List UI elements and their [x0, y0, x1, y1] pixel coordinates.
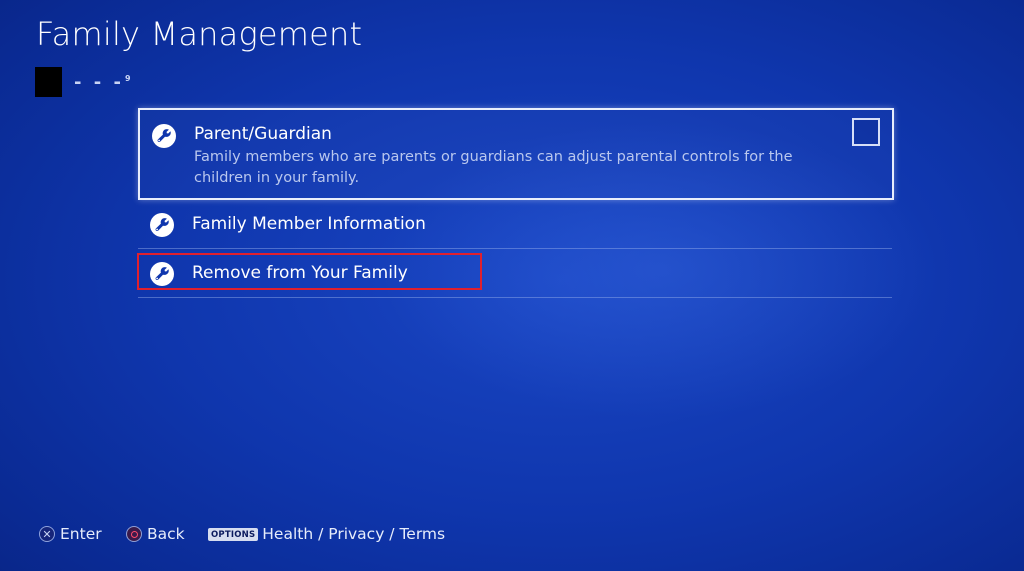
- menu-item-parent-guardian[interactable]: Parent/Guardian Family members who are p…: [138, 108, 894, 200]
- footer-back[interactable]: Back: [126, 521, 185, 547]
- menu-item-family-member-information[interactable]: Family Member Information: [138, 200, 894, 249]
- options-button-icon: OPTIONS: [208, 527, 259, 541]
- wrench-icon: [150, 262, 174, 286]
- user-row: - - -9: [35, 67, 131, 97]
- avatar: [35, 67, 62, 97]
- wrench-icon: [150, 213, 174, 237]
- settings-menu: Parent/Guardian Family members who are p…: [138, 108, 894, 298]
- footer-button-guide: ✕ Enter Back OPTIONS Health / Privacy / …: [0, 521, 1024, 547]
- footer-enter[interactable]: ✕ Enter: [39, 521, 102, 547]
- menu-divider: [138, 297, 892, 298]
- user-name-superscript: 9: [124, 73, 131, 83]
- menu-item-remove-from-family[interactable]: Remove from Your Family: [138, 249, 894, 298]
- menu-item-label: Family Member Information: [192, 214, 426, 234]
- parent-guardian-checkbox[interactable]: [852, 118, 880, 146]
- circle-button-icon: [126, 526, 142, 542]
- menu-item-label: Parent/Guardian: [194, 124, 332, 144]
- footer-enter-label: Enter: [60, 525, 102, 543]
- menu-item-label: Remove from Your Family: [192, 263, 408, 283]
- user-name: - - -9: [74, 71, 131, 93]
- menu-item-description: Family members who are parents or guardi…: [194, 149, 793, 186]
- cross-button-icon: ✕: [39, 526, 55, 542]
- footer-options-label: Health / Privacy / Terms: [262, 525, 446, 543]
- page-title: Family Management: [36, 15, 363, 53]
- wrench-icon: [152, 124, 176, 148]
- footer-back-label: Back: [147, 525, 185, 543]
- footer-options[interactable]: OPTIONS Health / Privacy / Terms: [208, 521, 445, 547]
